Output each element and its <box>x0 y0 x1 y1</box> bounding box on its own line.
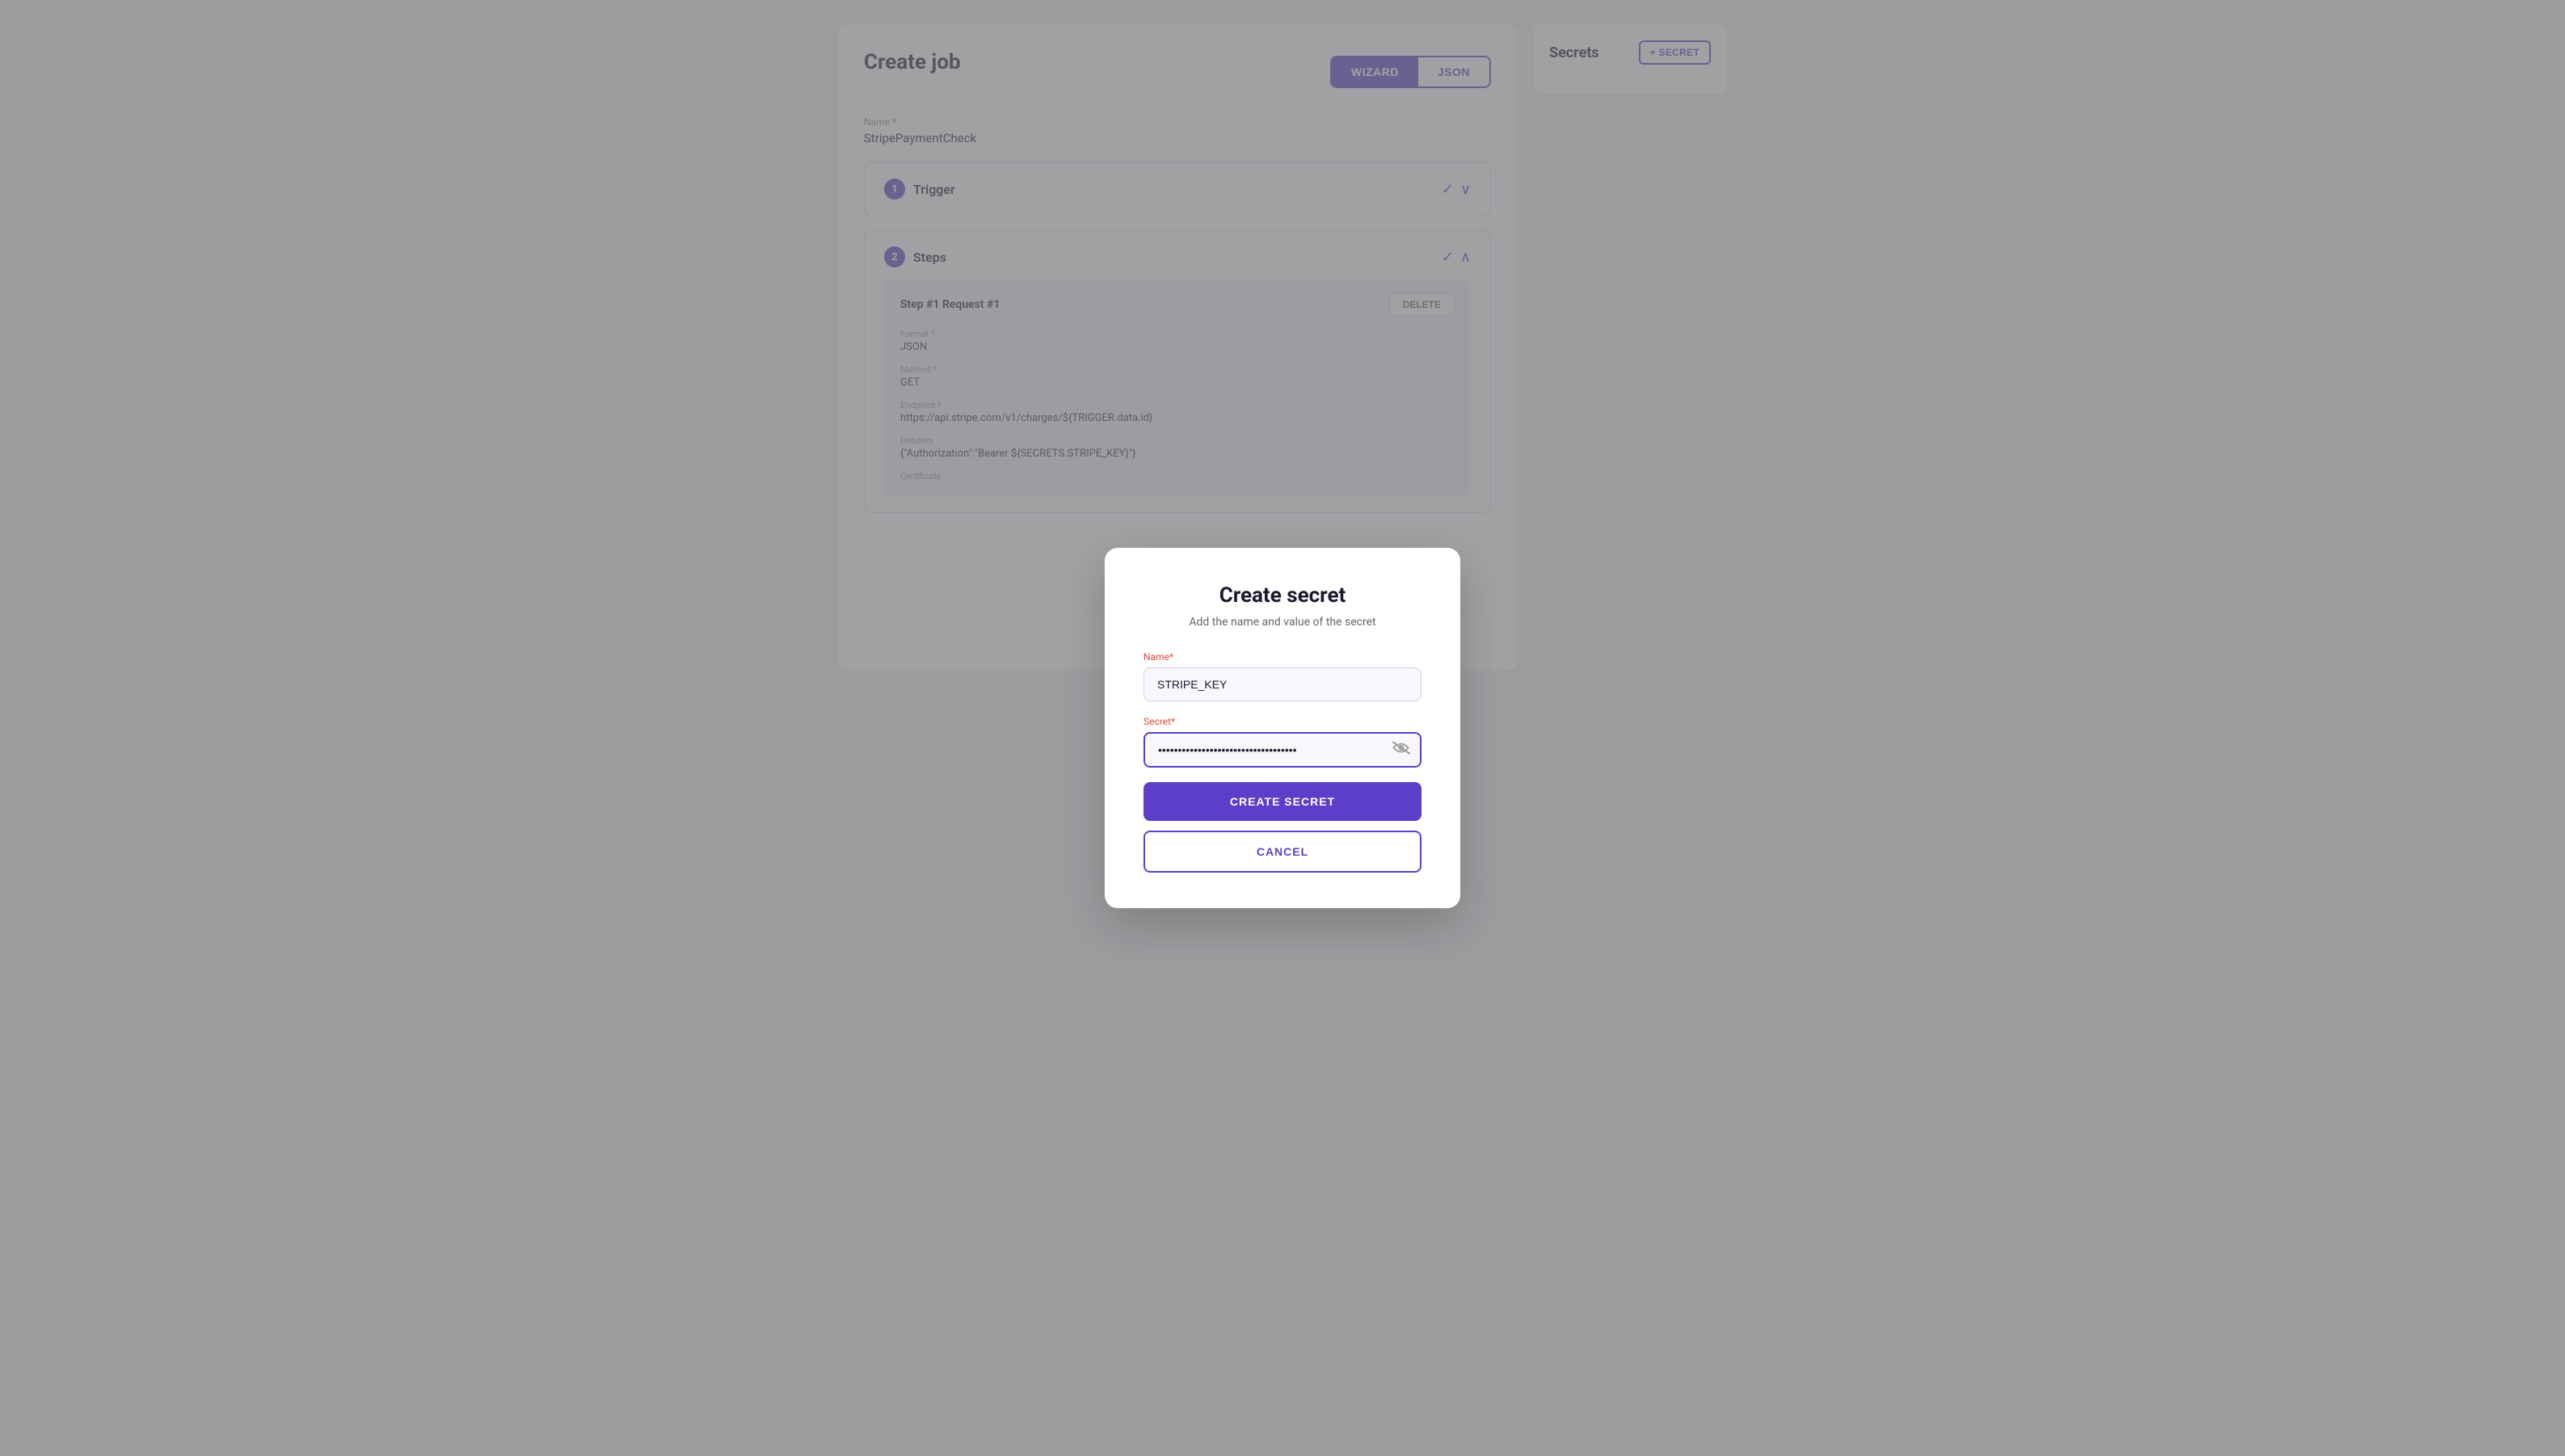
modal-name-field: Name* <box>1144 651 1421 701</box>
modal-secret-field: Secret* <box>1144 716 1421 768</box>
create-secret-button[interactable]: CREATE SECRET <box>1144 782 1421 821</box>
secret-input-wrapper <box>1144 732 1421 768</box>
modal-name-input[interactable] <box>1144 667 1421 701</box>
modal-overlay: Create secret Add the name and value of … <box>0 0 2565 1456</box>
cancel-button[interactable]: CANCEL <box>1144 831 1421 873</box>
modal-title: Create secret <box>1144 583 1421 608</box>
modal-secret-input[interactable] <box>1144 732 1421 768</box>
modal-secret-label: Secret* <box>1144 716 1421 727</box>
modal: Create secret Add the name and value of … <box>1105 548 1460 908</box>
modal-name-label: Name* <box>1144 651 1421 663</box>
eye-slash-icon[interactable] <box>1392 742 1410 759</box>
modal-subtitle: Add the name and value of the secret <box>1144 616 1421 629</box>
